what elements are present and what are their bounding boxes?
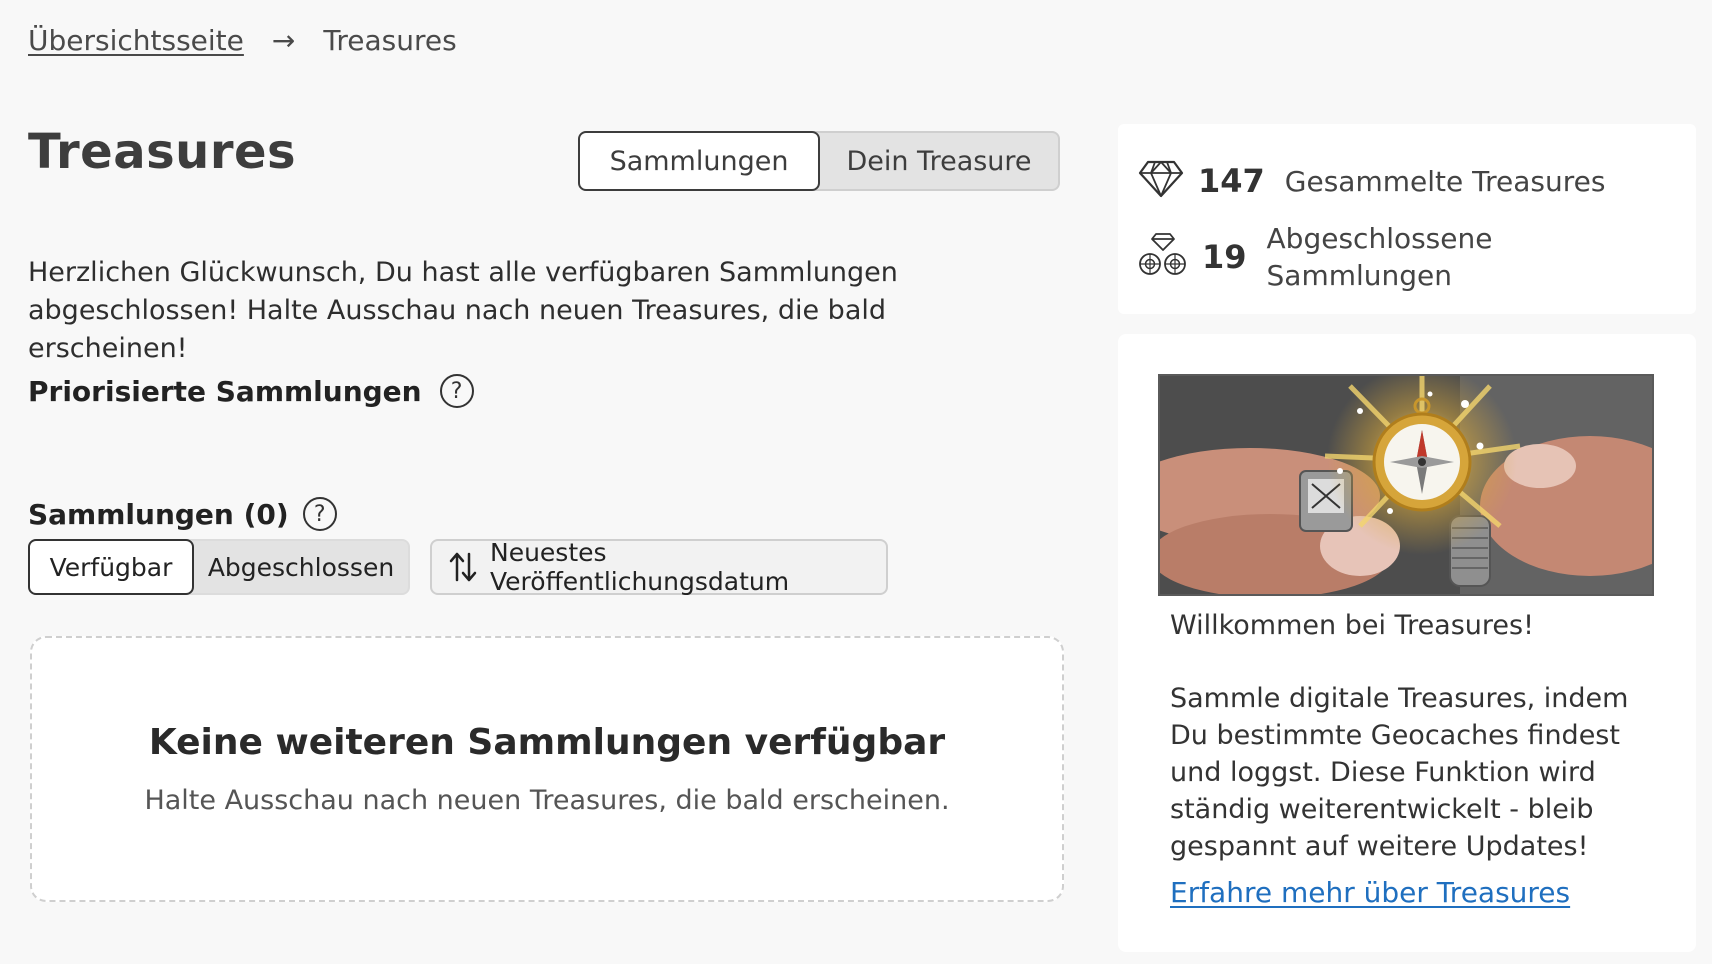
page-title: Treasures: [28, 124, 297, 180]
sort-arrows-icon: [448, 550, 478, 584]
stat-collected-label: Gesammelte Treasures: [1284, 164, 1606, 198]
breadcrumb-home-link[interactable]: Übersichtsseite: [28, 24, 244, 57]
stat-collected-value: 147: [1198, 162, 1265, 200]
diamond-icon: [1138, 159, 1184, 203]
learn-more-link[interactable]: Erfahre mehr über Treasures: [1170, 876, 1570, 909]
filter-abgeschlossen[interactable]: Abgeschlossen: [188, 539, 410, 595]
breadcrumb: Übersichtsseite → Treasures: [28, 24, 457, 57]
breadcrumb-current: Treasures: [323, 24, 457, 57]
stat-completed-label-line1: Abgeschlossene: [1266, 222, 1493, 255]
collections-filter-toggle: Verfügbar Abgeschlossen: [28, 539, 410, 595]
prioritized-heading-label: Priorisierte Sammlungen: [28, 374, 422, 408]
tab-sammlungen[interactable]: Sammlungen: [578, 131, 820, 191]
stat-completed-label-line2: Sammlungen: [1266, 259, 1453, 292]
info-card: Willkommen bei Treasures! Sammle digital…: [1118, 334, 1696, 952]
stat-completed-value: 19: [1202, 238, 1247, 276]
collections-heading: Sammlungen (0) ?: [28, 497, 337, 531]
hero-image: [1158, 374, 1654, 596]
tab-dein-treasure[interactable]: Dein Treasure: [814, 131, 1060, 191]
stat-completed-label: Abgeschlossene Sammlungen: [1267, 220, 1493, 294]
stats-card: 147 Gesammelte Treasures 19 Abgeschlosse…: [1118, 124, 1696, 314]
empty-state: Keine weiteren Sammlungen verfügbar Halt…: [30, 636, 1064, 902]
welcome-heading: Willkommen bei Treasures!: [1170, 610, 1534, 641]
filter-verfuegbar[interactable]: Verfügbar: [28, 539, 194, 595]
intro-text: Herzlichen Glückwunsch, Du hast alle ver…: [28, 257, 898, 364]
view-toggle: Sammlungen Dein Treasure: [578, 131, 1060, 191]
arrow-right-icon: →: [271, 24, 296, 57]
sort-button[interactable]: Neuestes Veröffentlichungsdatum: [430, 538, 888, 596]
collections-heading-label: Sammlungen (0): [28, 497, 289, 531]
sort-label: Neuestes Veröffentlichungsdatum: [490, 538, 790, 596]
gems-icon: [1138, 232, 1188, 282]
stat-completed: 19 Abgeschlossene Sammlungen: [1138, 220, 1492, 294]
empty-state-subtitle: Halte Ausschau nach neuen Treasures, die…: [144, 785, 950, 816]
stat-collected: 147 Gesammelte Treasures: [1138, 159, 1605, 203]
help-icon[interactable]: ?: [302, 497, 337, 531]
prioritized-heading: Priorisierte Sammlungen ?: [28, 374, 474, 408]
empty-state-title: Keine weiteren Sammlungen verfügbar: [148, 722, 946, 763]
info-text: Sammle digitale Treasures, indem Du best…: [1170, 683, 1629, 862]
treasures-page: Übersichtsseite → Treasures Treasures Sa…: [0, 0, 1712, 964]
help-icon[interactable]: ?: [439, 374, 474, 408]
